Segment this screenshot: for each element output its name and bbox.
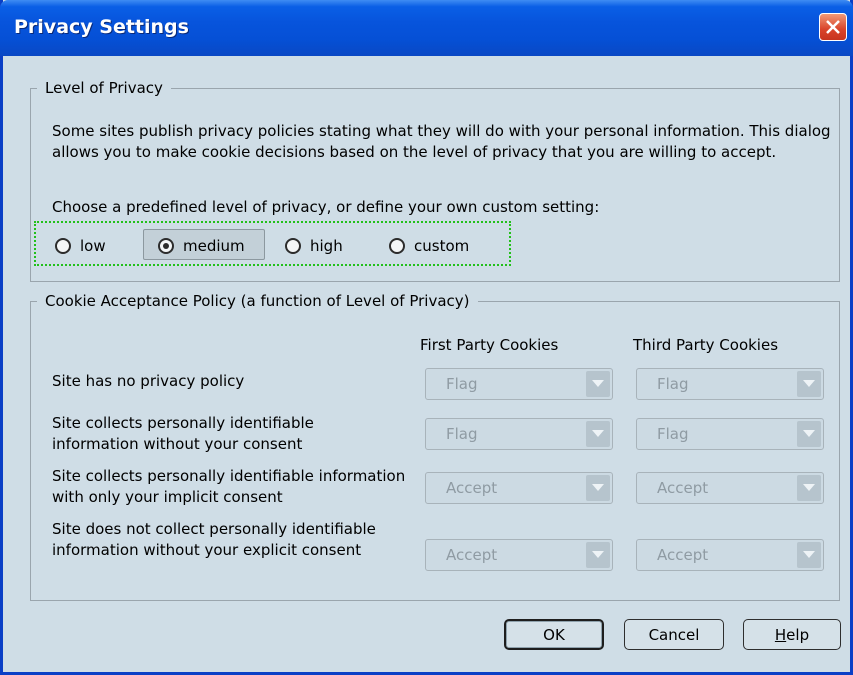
title-bar[interactable]: Privacy Settings [0, 0, 853, 56]
close-icon [826, 20, 840, 34]
dropdown-arrow-icon [797, 421, 821, 447]
radio-circle-icon [389, 238, 405, 254]
first-party-select-no-policy[interactable]: Flag [425, 368, 613, 400]
cancel-label: Cancel [648, 625, 700, 644]
help-label: Help [775, 626, 809, 644]
first-party-select-explicit-consent[interactable]: Accept [425, 539, 613, 571]
radio-low-label: low [80, 237, 106, 255]
radio-circle-icon [285, 238, 301, 254]
privacy-description: Some sites publish privacy policies stat… [52, 122, 831, 161]
dropdown-arrow-icon [797, 475, 821, 501]
select-value: Accept [657, 479, 709, 497]
third-party-select-no-policy[interactable]: Flag [636, 368, 824, 400]
radio-medium-label: medium [183, 237, 245, 255]
row-label-no-policy: Site has no privacy policy [52, 372, 245, 390]
help-mnemonic: H [774, 625, 787, 644]
select-value: Accept [657, 546, 709, 564]
dropdown-arrow-icon [797, 542, 821, 568]
select-value: Accept [446, 546, 498, 564]
dialog-title: Privacy Settings [14, 16, 189, 38]
cookie-policy-legend: Cookie Acceptance Policy (a function of … [37, 292, 478, 310]
ok-button[interactable]: OK [504, 619, 604, 650]
radio-custom[interactable]: custom [389, 232, 469, 260]
row-label-implicit-consent: Site collects personally identifiable in… [52, 467, 406, 506]
third-party-select-explicit-consent[interactable]: Accept [636, 539, 824, 571]
dropdown-arrow-icon [586, 421, 610, 447]
third-party-select-implicit-consent[interactable]: Accept [636, 472, 824, 504]
third-party-select-without-consent[interactable]: Flag [636, 418, 824, 450]
radio-high[interactable]: high [285, 232, 343, 260]
radio-medium[interactable]: medium [158, 232, 245, 260]
ok-label: OK [543, 625, 565, 644]
choose-level-text: Choose a predefined level of privacy, or… [52, 198, 600, 216]
cancel-button[interactable]: Cancel [624, 619, 724, 650]
radio-low[interactable]: low [55, 232, 106, 260]
radio-circle-icon [55, 238, 71, 254]
radio-selected-icon [158, 238, 174, 254]
row-label-explicit-consent: Site does not collect personally identif… [52, 520, 376, 559]
dropdown-arrow-icon [586, 542, 610, 568]
close-button[interactable] [819, 13, 847, 41]
first-party-select-without-consent[interactable]: Flag [425, 418, 613, 450]
dropdown-arrow-icon [797, 371, 821, 397]
third-party-header: Third Party Cookies [633, 336, 779, 354]
row-label-without-consent: Site collects personally identifiable in… [52, 414, 314, 453]
dropdown-arrow-icon [586, 475, 610, 501]
select-value: Accept [446, 479, 498, 497]
select-value: Flag [657, 425, 689, 443]
radio-custom-label: custom [414, 237, 470, 255]
privacy-settings-dialog: Privacy Settings Level of Privacy Some s… [0, 0, 853, 675]
select-value: Flag [446, 375, 478, 393]
radio-high-label: high [310, 237, 343, 255]
first-party-header: First Party Cookies [420, 336, 559, 354]
dropdown-arrow-icon [586, 371, 610, 397]
first-party-select-implicit-consent[interactable]: Accept [425, 472, 613, 504]
help-label-rest: elp [786, 625, 810, 644]
level-of-privacy-legend: Level of Privacy [37, 79, 171, 97]
select-value: Flag [657, 375, 689, 393]
select-value: Flag [446, 425, 478, 443]
help-button[interactable]: Help [743, 619, 841, 650]
